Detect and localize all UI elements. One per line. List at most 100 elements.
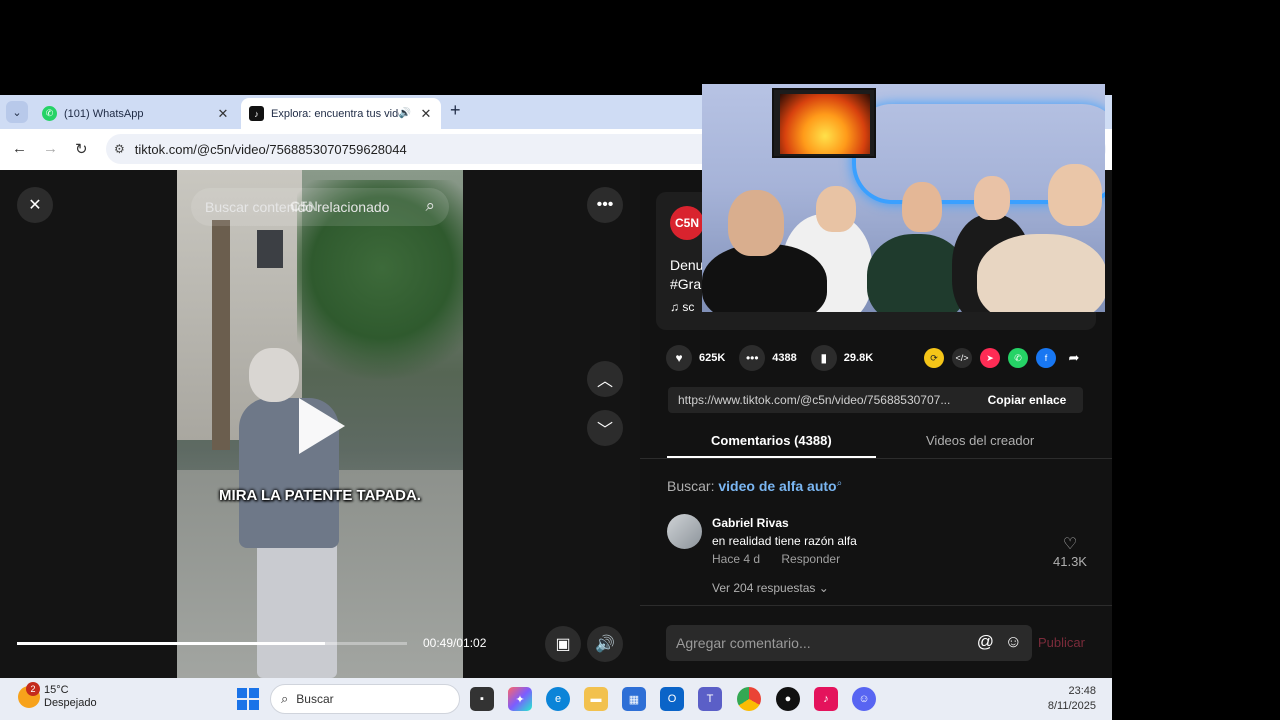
comment-placeholder: Agregar comentario... <box>676 635 811 651</box>
weather-widget[interactable]: 2 15°C Despejado <box>18 682 97 710</box>
comment-meta: Hace 4 d Responder <box>712 552 858 566</box>
reply-button[interactable]: Responder <box>781 552 840 566</box>
outlook-icon[interactable]: O <box>660 687 684 711</box>
tab-whatsapp[interactable]: ✆ (101) WhatsApp ✕ <box>34 98 238 129</box>
back-arrow-icon[interactable]: ← <box>12 140 27 157</box>
avatar[interactable] <box>667 514 702 549</box>
close-tab-icon[interactable]: ✕ <box>214 106 232 122</box>
person-head <box>1048 164 1102 226</box>
tiktok-app-icon[interactable]: ♪ <box>814 687 838 711</box>
video-person-head <box>249 348 299 402</box>
view-replies-button[interactable]: Ver 204 respuestas ⌄ <box>712 581 829 595</box>
fire-image <box>780 94 870 154</box>
taskbar-search[interactable]: ⌕ Buscar <box>270 684 460 714</box>
comment-text: en realidad tiene razón alfa <box>712 534 857 548</box>
tab-title: (101) WhatsApp <box>64 107 144 120</box>
reload-icon[interactable]: ↻ <box>75 140 88 158</box>
related-search-input[interactable]: Buscar contenido relacionado ⌕ <box>191 188 449 226</box>
repost-icon[interactable]: ⟳ <box>924 348 944 368</box>
bookmark-icon: ▮ <box>810 345 837 371</box>
facebook-icon[interactable]: f <box>1036 348 1056 368</box>
like-button[interactable]: ♥ 625K <box>666 345 725 371</box>
comment-button[interactable]: ••• 4388 <box>739 345 797 371</box>
like-count: 625K <box>699 352 726 364</box>
person-head <box>902 182 942 232</box>
close-player-button[interactable]: ✕ <box>17 187 53 223</box>
emoji-icon[interactable]: ☺ <box>1005 632 1022 652</box>
video-tree-trunk <box>212 220 230 450</box>
playback-time: 00:49/01:02 <box>423 636 487 650</box>
copy-link-button[interactable]: Copiar enlace <box>971 393 1083 407</box>
search-icon: ⌕ <box>836 478 843 489</box>
forward-arrow-icon[interactable]: → <box>43 140 58 157</box>
chevron-down-icon: ⌄ <box>818 581 829 595</box>
copy-link-box: https://www.tiktok.com/@c5n/video/756885… <box>668 387 1083 413</box>
play-icon[interactable] <box>299 398 345 454</box>
notification-badge: 2 <box>26 682 40 696</box>
search-suggestion-query[interactable]: video de alfa auto <box>718 478 836 494</box>
action-bar: ♥ 625K ••• 4388 ▮ 29.8K <box>666 345 887 371</box>
embed-icon[interactable]: </> <box>952 348 972 368</box>
video-frame[interactable]: MIRA LA PATENTE TAPADA. <box>177 170 463 678</box>
tab-comments[interactable]: Comentarios (4388) <box>711 433 832 448</box>
clock-date: 8/11/2025 <box>1047 700 1096 712</box>
search-suggestion[interactable]: Buscar: video de alfa auto⌕ <box>667 478 842 494</box>
mention-icon[interactable]: @ <box>977 632 994 652</box>
search-icon[interactable]: ⌕ <box>425 196 435 216</box>
discord-icon[interactable]: ☺ <box>852 687 876 711</box>
person-head <box>816 186 856 232</box>
tab-creator-videos[interactable]: Videos del creador <box>926 433 1034 448</box>
file-explorer-icon[interactable]: ▬ <box>584 687 608 711</box>
task-view-icon[interactable]: ▪ <box>470 687 494 711</box>
more-options-button[interactable]: ••• <box>587 187 623 223</box>
comment-tabs: Comentarios (4388) Videos del creador <box>640 425 1112 459</box>
comment-like-button[interactable]: ♡ 41.3K <box>1053 534 1087 569</box>
video-player: MIRA LA PATENTE TAPADA. Buscar contenido… <box>0 170 640 678</box>
progress-bar[interactable] <box>17 642 407 645</box>
whatsapp-share-icon[interactable]: ✆ <box>1008 348 1028 368</box>
volume-icon[interactable]: 🔊 <box>587 626 623 662</box>
windows-start-icon[interactable] <box>237 688 259 710</box>
comment-username[interactable]: Gabriel Rivas <box>712 516 789 530</box>
url-text: tiktok.com/@c5n/video/756885307075962804… <box>134 141 407 157</box>
share-link-text[interactable]: https://www.tiktok.com/@c5n/video/756885… <box>668 393 971 407</box>
comment-like-count: 41.3K <box>1053 554 1087 569</box>
next-video-button[interactable]: ﹀ <box>587 410 623 446</box>
tab-tiktok[interactable]: ♪ Explora: encuentra tus vide 🔊 ✕ <box>241 98 441 129</box>
tab-search-chevron-icon[interactable]: ⌄ <box>6 101 28 123</box>
previous-video-button[interactable]: ︿ <box>587 361 623 397</box>
whatsapp-icon: ✆ <box>42 106 57 121</box>
person-head <box>974 176 1010 220</box>
send-icon[interactable]: ➤ <box>980 348 1000 368</box>
weather-temp: 15°C <box>44 684 69 696</box>
new-tab-button[interactable]: + <box>450 100 461 121</box>
store-icon[interactable]: ▦ <box>622 687 646 711</box>
system-clock[interactable]: 23:48 8/11/2025 <box>1048 684 1096 714</box>
share-arrow-icon[interactable]: ➦ <box>1064 348 1084 368</box>
save-button[interactable]: ▮ 29.8K <box>810 345 874 371</box>
publish-button[interactable]: Publicar <box>1038 635 1085 650</box>
copilot-icon[interactable]: ✦ <box>508 687 532 711</box>
teams-icon[interactable]: T <box>698 687 722 711</box>
save-count: 29.8K <box>843 352 874 364</box>
description-hashtag[interactable]: #Gra <box>670 275 703 294</box>
music-text: sc <box>682 300 695 314</box>
chrome-icon[interactable] <box>737 687 761 711</box>
comment-input[interactable]: Agregar comentario... @ ☺ <box>666 625 1032 661</box>
author-avatar[interactable]: C5N <box>670 206 704 240</box>
recording-app-icon[interactable]: ● <box>776 687 800 711</box>
person <box>977 234 1105 312</box>
site-info-icon[interactable]: ⚙ <box>114 142 125 156</box>
weather-desc: Despejado <box>44 697 97 709</box>
pip-icon[interactable]: ▣ <box>545 626 581 662</box>
edge-icon[interactable]: e <box>546 687 570 711</box>
screen: ⌄ ✆ (101) WhatsApp ✕ ♪ Explora: encuentr… <box>0 0 1280 720</box>
audio-playing-icon[interactable]: 🔊 <box>399 108 411 119</box>
close-tab-icon[interactable]: ✕ <box>417 106 435 122</box>
tiktok-icon: ♪ <box>249 106 264 121</box>
comment-icon: ••• <box>739 345 766 371</box>
music-label[interactable]: ♫ sc <box>670 300 694 314</box>
search-suggestion-prefix: Buscar: <box>667 478 715 494</box>
view-replies-label: Ver 204 respuestas <box>712 581 816 595</box>
weather-icon: 2 <box>18 682 40 708</box>
